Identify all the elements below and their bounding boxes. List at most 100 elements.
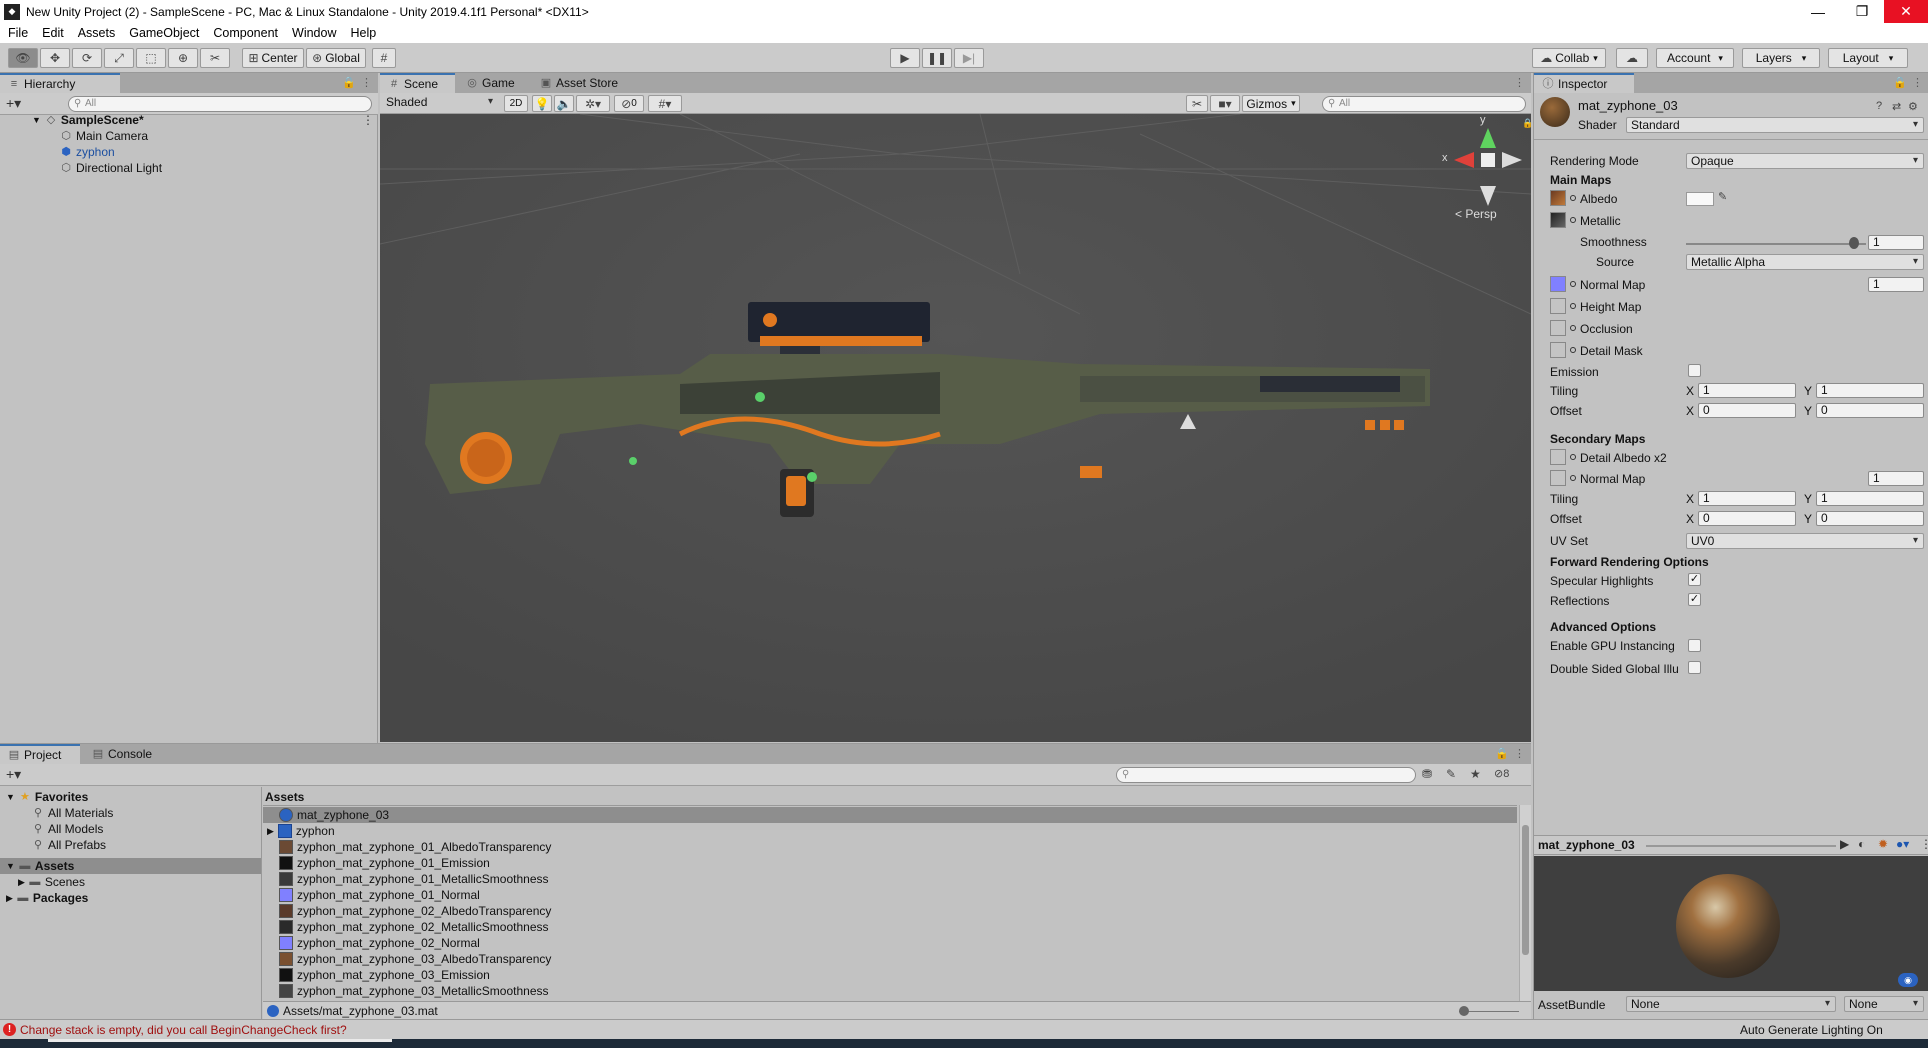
hierarchy-item-directional-light[interactable]: ⬡ Directional Light	[60, 160, 162, 176]
lock-icon[interactable]: 🔒	[342, 76, 356, 89]
kebab-menu-icon[interactable]: ⋮	[1514, 747, 1525, 760]
occlusion-texture-slot[interactable]	[1550, 320, 1566, 336]
asset-row-texture[interactable]: zyphon_mat_zyphone_02_AlbedoTransparency	[279, 903, 551, 919]
hidden-packages-toggle[interactable]: ⊘8	[1494, 767, 1509, 780]
lock-icon[interactable]: 🔒	[1893, 76, 1907, 89]
double-sided-gi-checkbox[interactable]	[1688, 661, 1701, 674]
pivot-global-button[interactable]: ⊛ Global	[306, 48, 366, 68]
albedo-color-swatch[interactable]	[1686, 192, 1714, 206]
gizmo-lock-icon[interactable]: 🔒	[1522, 118, 1531, 129]
secondary-offset-x-field[interactable]: 0	[1698, 511, 1796, 526]
menu-component[interactable]: Component	[213, 26, 278, 40]
folder-scenes-row[interactable]: ▶ ▬ Scenes	[18, 874, 85, 890]
icon-size-slider-thumb[interactable]	[1459, 1006, 1469, 1016]
texture-picker-icon[interactable]	[1570, 217, 1576, 223]
secondary-normal-scale-field[interactable]: 1	[1868, 471, 1924, 486]
sphere-dropdown-icon[interactable]: ●▾	[1896, 837, 1909, 851]
kebab-menu-icon[interactable]: ⋮	[1514, 76, 1525, 89]
tab-project[interactable]: ▤ Project	[0, 744, 80, 764]
scene-tools-button[interactable]: ✂	[1186, 95, 1208, 112]
project-search-input[interactable]: ⚲	[1116, 767, 1416, 783]
offset-x-field[interactable]: 0	[1698, 403, 1796, 418]
close-button[interactable]: ✕	[1884, 0, 1928, 23]
material-preview[interactable]	[1534, 856, 1928, 991]
scrollbar-thumb[interactable]	[1522, 825, 1529, 955]
asset-row-texture[interactable]: zyphon_mat_zyphone_03_AlbedoTransparency	[279, 951, 551, 967]
rotate-tool-button[interactable]: ⟳	[72, 48, 102, 68]
tab-hierarchy[interactable]: ≡ Hierarchy	[0, 73, 120, 93]
metallic-texture-slot[interactable]	[1550, 212, 1566, 228]
kebab-menu-icon[interactable]: ⋮	[1912, 76, 1923, 89]
smoothness-slider-thumb[interactable]	[1849, 237, 1859, 249]
play-icon[interactable]: ▶	[1840, 837, 1849, 851]
persp-label[interactable]: < Persp	[1455, 207, 1497, 221]
search-by-label-icon[interactable]: ✎	[1446, 767, 1456, 781]
layers-dropdown[interactable]: Layers ▾	[1742, 48, 1820, 68]
emission-checkbox[interactable]	[1688, 364, 1701, 377]
secondary-offset-y-field[interactable]: 0	[1816, 511, 1924, 526]
asset-row-texture[interactable]: zyphon_mat_zyphone_02_MetallicSmoothness	[279, 919, 549, 935]
preview-header[interactable]: mat_zyphone_03 ▶ ◐ ✹ ●▾ ⋮	[1534, 835, 1928, 855]
shading-mode-dropdown[interactable]: Shaded	[382, 95, 498, 111]
favorite-all-materials[interactable]: ⚲ All Materials	[32, 805, 113, 821]
secondary-tiling-x-field[interactable]: 1	[1698, 491, 1796, 506]
smoothness-source-dropdown[interactable]: Metallic Alpha	[1686, 254, 1924, 270]
tiling-y-field[interactable]: 1	[1816, 383, 1924, 398]
lock-icon[interactable]: 🔒	[1495, 747, 1509, 760]
hierarchy-search-input[interactable]: ⚲ All	[68, 96, 372, 112]
search-by-type-icon[interactable]: ⛃	[1422, 767, 1432, 781]
light-icon[interactable]: ✹	[1878, 837, 1888, 851]
texture-picker-icon[interactable]	[1570, 325, 1576, 331]
tab-game[interactable]: ◎ Game	[458, 73, 528, 93]
view-tool-button[interactable]: 👁	[8, 48, 38, 68]
hierarchy-item-zyphon[interactable]: ⬢ zyphon	[60, 144, 115, 160]
height-map-texture-slot[interactable]	[1550, 298, 1566, 314]
preview-mesh-icon[interactable]: ◐	[1858, 837, 1865, 851]
rect-tool-button[interactable]: ⬚	[136, 48, 166, 68]
account-dropdown[interactable]: Account ▾	[1656, 48, 1734, 68]
auto-lighting-status[interactable]: Auto Generate Lighting On	[1740, 1023, 1883, 1037]
texture-picker-icon[interactable]	[1570, 195, 1576, 201]
gear-icon[interactable]: ⚙	[1908, 100, 1918, 113]
albedo-texture-slot[interactable]	[1550, 190, 1566, 206]
texture-picker-icon[interactable]	[1570, 454, 1576, 460]
rendering-mode-dropdown[interactable]: Opaque	[1686, 153, 1924, 169]
scene-kebab-icon[interactable]: ⋮	[362, 113, 374, 127]
normal-map-scale-field[interactable]: 1	[1868, 277, 1924, 292]
camera-dropdown[interactable]: ■▾	[1210, 95, 1240, 112]
tab-asset-store[interactable]: ▣ Asset Store	[532, 73, 642, 93]
asset-row-texture[interactable]: zyphon_mat_zyphone_01_Normal	[279, 887, 480, 903]
tab-scene[interactable]: # Scene	[380, 73, 455, 93]
tab-console[interactable]: ▤ Console	[84, 744, 164, 764]
asset-row-texture[interactable]: zyphon_mat_zyphone_03_Emission	[279, 967, 490, 983]
save-search-star-icon[interactable]: ★	[1470, 767, 1481, 781]
secondary-normal-texture-slot[interactable]	[1550, 470, 1566, 486]
detail-mask-texture-slot[interactable]	[1550, 342, 1566, 358]
menu-help[interactable]: Help	[350, 26, 376, 40]
tab-inspector[interactable]: ⓘ Inspector	[1534, 73, 1634, 93]
assetbundle-variant-dropdown[interactable]: None	[1844, 996, 1924, 1012]
asset-row-texture[interactable]: zyphon_mat_zyphone_01_Emission	[279, 855, 490, 871]
texture-picker-icon[interactable]	[1570, 475, 1576, 481]
preset-icon[interactable]: ⇄	[1892, 100, 1901, 113]
smoothness-slider-track[interactable]	[1686, 243, 1866, 245]
menu-assets[interactable]: Assets	[78, 26, 116, 40]
asset-row-texture[interactable]: zyphon_mat_zyphone_02_Normal	[279, 935, 480, 951]
asset-row-mat-zyphone-03[interactable]: mat_zyphone_03	[263, 807, 1517, 823]
tiling-x-field[interactable]: 1	[1698, 383, 1796, 398]
collab-dropdown[interactable]: ☁ Collab ▾	[1532, 48, 1606, 68]
create-plus-icon[interactable]: +▾	[6, 766, 21, 783]
step-button[interactable]: ▶|	[954, 48, 984, 68]
hidden-objects-toggle[interactable]: ⊘ 0	[614, 95, 644, 112]
secondary-tiling-y-field[interactable]: 1	[1816, 491, 1924, 506]
offset-y-field[interactable]: 0	[1816, 403, 1924, 418]
gizmos-dropdown[interactable]: Gizmos ▾	[1242, 95, 1300, 112]
detail-albedo-texture-slot[interactable]	[1550, 449, 1566, 465]
pause-button[interactable]: ❚❚	[922, 48, 952, 68]
move-tool-button[interactable]: ✥	[40, 48, 70, 68]
cloud-services-button[interactable]: ☁	[1616, 48, 1648, 68]
eyedropper-icon[interactable]: ✎	[1718, 190, 1727, 203]
asset-row-texture[interactable]: zyphon_mat_zyphone_03_MetallicSmoothness	[279, 983, 549, 999]
file-list-scrollbar[interactable]	[1519, 805, 1531, 1001]
favorite-all-prefabs[interactable]: ⚲ All Prefabs	[32, 837, 106, 853]
